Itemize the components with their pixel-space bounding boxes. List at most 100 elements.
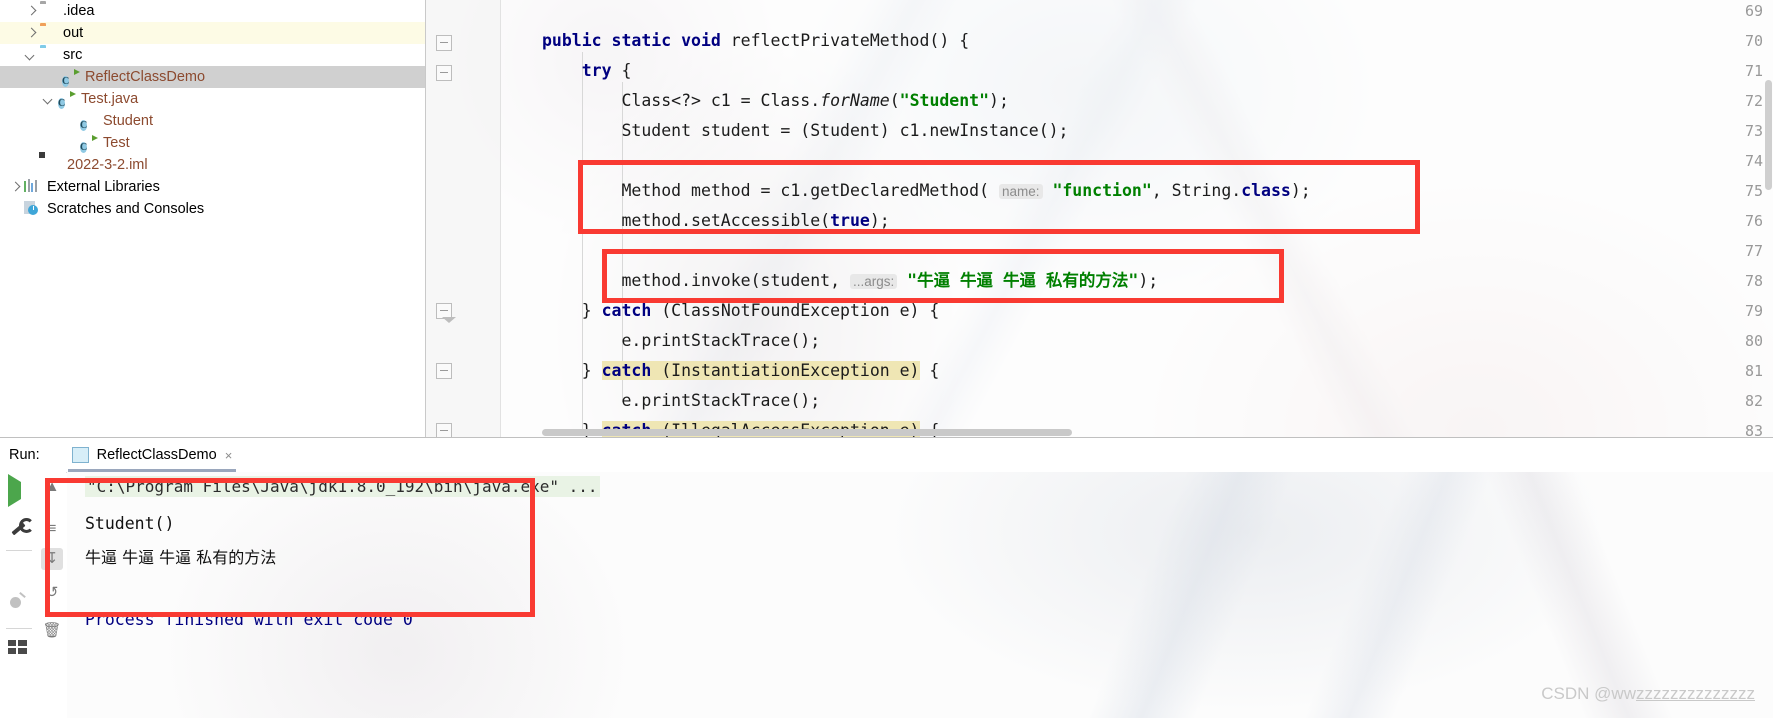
line-number: 70 <box>1744 32 1763 50</box>
tree-item-label: Scratches and Consoles <box>47 201 205 217</box>
console-line-command: "C:\Program Files\Java\jdk1.8.0_192\bin\… <box>85 476 600 497</box>
fold-marker[interactable] <box>436 363 452 379</box>
code-line-78[interactable]: method.invoke(student, ...args: "牛逼 牛逼 牛… <box>542 271 1158 292</box>
editor-vertical-scrollbar[interactable] <box>1763 0 1773 437</box>
line-number: 71 <box>1744 62 1763 80</box>
tree-item-label: External Libraries <box>47 179 160 195</box>
scrollbar-thumb[interactable] <box>542 429 1072 436</box>
tree-item-label: Test.java <box>81 91 139 107</box>
library-icon <box>24 178 41 196</box>
scroll-to-end-icon[interactable]: ↧ <box>41 548 63 570</box>
run-tab-label: ReflectClassDemo <box>96 447 217 463</box>
line-number: 69 <box>1744 2 1763 20</box>
code-line-75[interactable]: Method method = c1.getDeclaredMethod( na… <box>542 181 1310 202</box>
toolbar-divider <box>6 550 32 551</box>
tree-item-scratches[interactable]: Scratches and Consoles <box>0 198 425 220</box>
tree-item-external-libraries[interactable]: External Libraries <box>0 176 425 198</box>
folder-icon <box>40 47 57 64</box>
line-number: 80 <box>1744 332 1763 350</box>
code-line-80[interactable]: e.printStackTrace(); <box>542 331 820 351</box>
console-tab-icon <box>71 447 89 463</box>
fold-marker[interactable] <box>436 35 452 51</box>
tree-item-label: src <box>63 47 83 63</box>
code-line-72[interactable]: Class<?> c1 = Class.forName("Student"); <box>542 91 1008 111</box>
close-icon[interactable]: × <box>225 448 233 463</box>
run-tool-window[interactable]: Run: ReflectClassDemo × ▲ ≡ ↧ ↺ 🗑 "C:\Pr… <box>0 437 1773 718</box>
tree-item-reflectclassdemo[interactable]: C ReflectClassDemo <box>0 66 425 88</box>
toolbar-divider <box>6 628 32 629</box>
run-tab-reflectclassdemo[interactable]: ReflectClassDemo × <box>67 439 237 472</box>
line-number: 77 <box>1744 242 1763 260</box>
stop-icon[interactable] <box>8 560 30 582</box>
tree-item-label: Test <box>103 135 130 151</box>
csdn-suffix: zzzzzzzzzzzzzz <box>1636 684 1755 703</box>
console-line-student: Student() <box>85 514 175 533</box>
folder-icon <box>40 25 57 42</box>
line-number: 75 <box>1744 182 1763 200</box>
parameter-hint-args: ...args: <box>849 274 898 289</box>
code-line-81[interactable]: } catch (InstantiationException e) { <box>542 361 939 381</box>
csdn-watermark: CSDN @wwzzzzzzzzzzzzzz <box>1541 684 1755 704</box>
code-line-82[interactable]: e.printStackTrace(); <box>542 391 820 411</box>
parameter-hint-name: name: <box>998 184 1043 199</box>
chevron-right-icon[interactable] <box>10 182 21 193</box>
tree-item-label: out <box>63 25 84 41</box>
run-label: Run: <box>9 447 40 463</box>
console-output[interactable]: "C:\Program Files\Java\jdk1.8.0_192\bin\… <box>67 472 1773 718</box>
console-line-exit: Process finished with exit code 0 <box>85 610 413 629</box>
console-toolbar[interactable]: ▲ ≡ ↧ ↺ 🗑 <box>38 472 66 718</box>
tree-item-label: ReflectClassDemo <box>85 69 206 85</box>
scroll-up-icon[interactable]: ▲ <box>41 476 63 498</box>
folder-icon <box>40 3 57 20</box>
tree-item-out[interactable]: out <box>0 22 425 44</box>
fold-marker[interactable] <box>436 65 452 81</box>
tree-item-idea[interactable]: .idea <box>0 0 425 22</box>
line-number: 74 <box>1744 152 1763 170</box>
editor-horizontal-scrollbar[interactable] <box>542 428 1759 437</box>
code-line-71[interactable]: try { <box>542 61 632 81</box>
java-class-icon: C <box>80 119 88 131</box>
line-number: 76 <box>1744 212 1763 230</box>
wrench-icon[interactable] <box>8 516 30 538</box>
module-file-icon <box>44 157 61 174</box>
print-icon[interactable]: ≡ <box>41 518 63 540</box>
tree-item-student[interactable]: C Student <box>0 110 425 132</box>
chevron-down-icon[interactable] <box>26 50 37 61</box>
run-icon[interactable] <box>8 474 30 507</box>
line-number: 72 <box>1744 92 1763 110</box>
run-header: Run: ReflectClassDemo × <box>0 438 1773 473</box>
fold-marker[interactable] <box>436 303 456 323</box>
code-line-73[interactable]: Student student = (Student) c1.newInstan… <box>542 121 1068 141</box>
tree-item-src[interactable]: src <box>0 44 425 66</box>
trash-icon[interactable]: 🗑 <box>41 620 63 642</box>
tree-item-test[interactable]: C Test <box>0 132 425 154</box>
tree-item-label: 2022-3-2.iml <box>67 157 148 173</box>
chevron-right-icon[interactable] <box>26 28 37 39</box>
fold-marker[interactable] <box>436 423 452 437</box>
code-line-79[interactable]: } catch (ClassNotFoundException e) { <box>542 301 940 321</box>
run-sidebar-toolbar[interactable] <box>0 472 38 718</box>
code-line-70[interactable]: public static void reflectPrivateMethod(… <box>542 31 969 51</box>
tree-item-test-java[interactable]: C Test.java <box>0 88 425 110</box>
csdn-prefix: CSDN @ww <box>1541 684 1636 703</box>
line-number: 81 <box>1744 362 1763 380</box>
console-line-chinese: 牛逼 牛逼 牛逼 私有的方法 <box>85 548 277 567</box>
console-background-image <box>67 472 1773 718</box>
java-class-icon: C <box>80 134 98 153</box>
chevron-down-icon[interactable] <box>44 94 55 105</box>
layout-icon[interactable] <box>8 640 30 662</box>
code-line-76[interactable]: method.setAccessible(true); <box>542 211 889 231</box>
soft-wrap-icon[interactable]: ↺ <box>41 582 63 604</box>
java-class-icon: C <box>62 68 80 87</box>
tree-item-iml[interactable]: 2022-3-2.iml <box>0 154 425 176</box>
project-tool-window[interactable]: .idea out src C ReflectClassDemo C Test.… <box>0 0 426 437</box>
scratch-icon <box>24 200 41 218</box>
line-number: 78 <box>1744 272 1763 290</box>
editor-fold-column[interactable] <box>500 0 536 437</box>
line-number: 82 <box>1744 392 1763 410</box>
tree-item-label: Student <box>103 113 153 129</box>
code-editor[interactable]: 69 70 71 72 73 74 75 76 77 78 79 80 81 8… <box>426 0 1773 437</box>
debug-icon[interactable] <box>8 594 30 616</box>
scrollbar-thumb[interactable] <box>1765 80 1772 190</box>
chevron-right-icon[interactable] <box>26 6 37 17</box>
